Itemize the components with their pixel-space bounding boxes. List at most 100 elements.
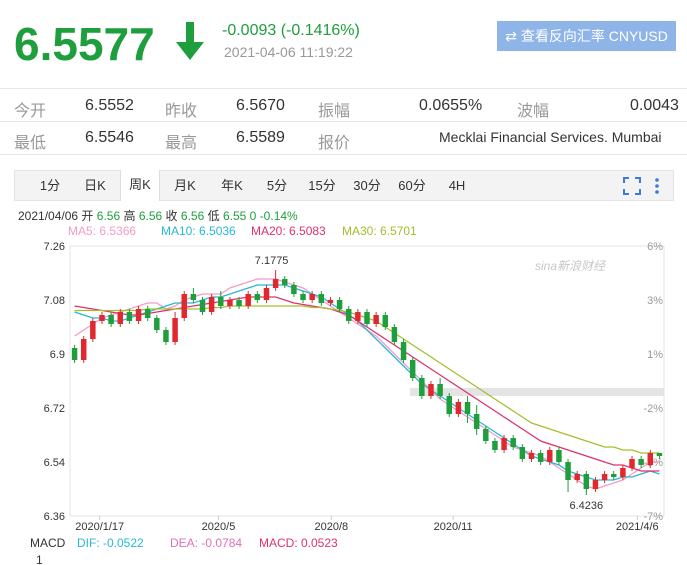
tab-15min[interactable]: 15分 [302,171,342,200]
macd-value: MACD: 0.0523 [259,536,338,550]
x-tick-label: 2021/4/6 [616,521,659,533]
pct-tick-label: 3% [647,295,663,307]
x-tick-label: 2020/11 [434,521,473,533]
candle-body [263,288,270,300]
candle-body [154,318,160,330]
candle-body [437,384,443,396]
tab-4h[interactable]: 4H [437,171,477,200]
stat-label: 最高 [165,135,198,152]
candle-body [190,294,197,300]
candle-body [99,315,105,321]
stat-value: 6.5589 [236,129,285,146]
pct-tick-label: 1% [647,349,663,361]
candle-body [537,453,544,462]
stat-value: 6.5546 [85,129,134,146]
info-high: 6.56 [138,209,163,223]
pct-tick-label: -5% [643,457,663,469]
candle-body [327,300,334,303]
candle-body [455,402,462,414]
y-tick-label: 7.08 [44,295,65,307]
down-arrow-icon [176,22,204,60]
candle-body [583,474,590,489]
candle-body [574,474,580,480]
stat-label: 今开 [14,103,47,120]
candle-body [428,384,434,396]
candle-body [199,300,206,312]
tab-day[interactable]: 日K [75,171,115,200]
y-tick-label: 6.9 [50,349,65,361]
macd-dif: DIF: -0.0522 [77,536,144,550]
candle-body [419,378,425,396]
info-volume: 0 [249,209,257,223]
candle-body [90,321,96,339]
candle-body [291,285,297,294]
stats-row-2: 最低 6.5546 最高 6.5589 报价 Mecklai Financial… [0,122,687,154]
macd-dea: DEA: -0.0784 [170,536,243,550]
candle-body [355,312,361,321]
info-close-label: 收 [165,209,178,223]
candle-body [638,459,644,465]
tab-week[interactable]: 周K [120,170,160,201]
pct-tick-label: 6% [647,241,663,253]
candle-body [501,438,507,450]
y-tick-label: 7.26 [44,241,65,253]
candle-body [144,309,151,318]
info-pct: -0.14% [259,209,298,223]
candle-body [565,462,571,480]
tab-month[interactable]: 月K [165,171,205,200]
fullscreen-icon[interactable] [623,177,641,195]
tab-5min[interactable]: 5分 [257,171,297,200]
candle-body [492,441,498,450]
candle-body [391,327,398,342]
tab-1min[interactable]: 1分 [29,171,71,200]
candle-body [172,318,178,342]
candle-info: 2021/04/06 开 6.56 高 6.56 收 6.56 低 6.55 0… [18,207,298,224]
kline-chart[interactable]: 7.267.086.96.726.546.366%3%1%-2%-5%-7%20… [0,236,687,536]
stats-row-1: 今开 6.5552 昨收 6.5670 振幅 0.0655% 波幅 0.0043 [0,90,687,122]
reverse-rate-button[interactable]: ⇄ 查看反向汇率 CNYUSD [497,21,676,51]
stat-label: 报价 [318,135,351,152]
candle-body [208,297,215,312]
stat-value: Mecklai Financial Services. Mumbai [439,129,662,145]
tab-30min[interactable]: 30分 [347,171,387,200]
ma-line-ma30 [74,305,660,454]
stat-value: 0.0043 [630,97,679,114]
info-date: 2021/04/06 [18,209,79,223]
sina-watermark: sina新浪财经 [535,259,607,273]
candle-body [336,300,343,309]
y-tick-label: 6.36 [44,511,65,523]
y-tick-label: 6.54 [44,457,65,469]
candle-body [519,447,526,459]
candle-body [382,315,389,327]
candle-body [373,315,379,324]
swap-icon: ⇄ [505,27,517,44]
candle-body [126,312,133,321]
range-band [410,388,664,396]
tab-year[interactable]: 年K [212,171,252,200]
candle-body [80,339,87,360]
candle-body [547,450,553,462]
info-high-label: 高 [123,209,136,223]
candle-body [300,294,306,300]
tab-60min[interactable]: 60分 [392,171,432,200]
candle-body [409,360,416,378]
x-tick-label: 2020/5 [202,521,236,533]
divider [0,88,687,89]
macd-axis-value: 1 [36,553,43,565]
divider [0,154,687,155]
max-annotation: 7.1775 [255,255,289,267]
min-annotation: 6.4236 [569,500,603,512]
stat-value: 6.5552 [85,97,134,114]
more-icon[interactable] [653,177,661,195]
candle-body [601,474,608,480]
info-close: 6.56 [180,209,205,223]
quote-timestamp: 2021-04-06 11:19:22 [224,44,353,60]
y-tick-label: 6.72 [44,403,65,415]
candle-body [464,402,471,414]
info-low: 6.55 [222,209,247,223]
candle-body [656,453,663,456]
candle-body [528,453,535,459]
current-price: 6.5577 [14,18,155,70]
period-tabs: 1分 日K 周K 月K 年K 5分 15分 30分 60分 4H [14,170,674,201]
candle-body [218,297,224,306]
